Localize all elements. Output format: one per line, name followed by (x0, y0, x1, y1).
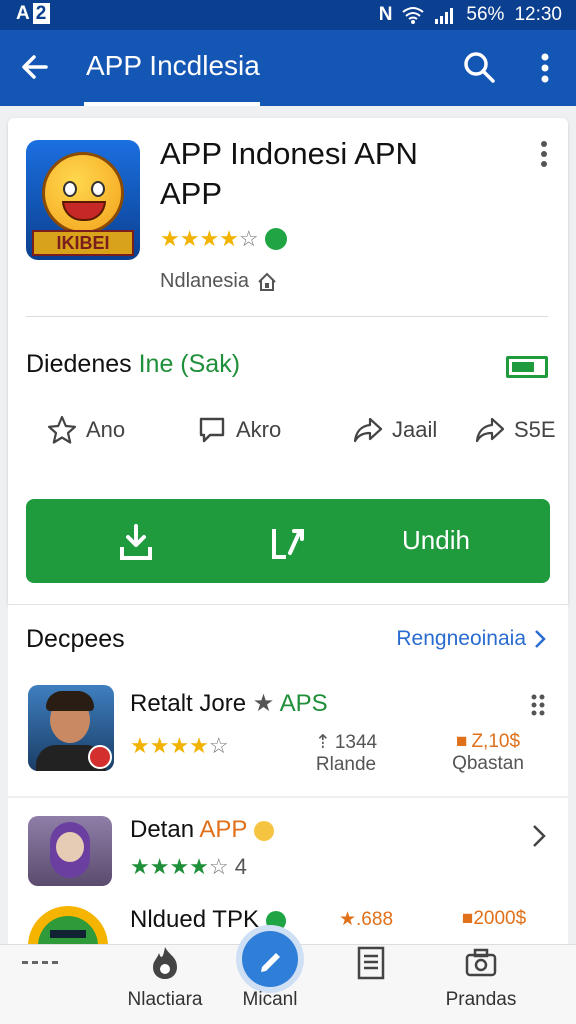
app-icon: IKIBEI (26, 140, 140, 260)
nav-item-home[interactable]: Nlactiara (110, 945, 220, 1024)
wifi-icon (402, 7, 425, 24)
nfc-icon: N (378, 4, 393, 25)
heart-badge-icon (88, 745, 112, 769)
rating-stars: ★★★★☆ (160, 226, 259, 251)
back-arrow-icon[interactable] (18, 50, 52, 84)
item-stat-downloads: ⇡ 1344 Rlande (314, 731, 378, 776)
nav-item-menu[interactable] (10, 945, 70, 1024)
item-title: Nldued TPK (130, 906, 286, 934)
tab-indicator (84, 102, 260, 106)
item-stat-downloads: ★.688 (338, 909, 394, 930)
item-title: Detan APP (130, 816, 274, 844)
developer[interactable]: Ndlanesia (160, 270, 277, 293)
app-name-line1: APP Indonesi APN (160, 136, 418, 171)
search-icon[interactable] (462, 50, 496, 84)
app-name-line2: APP (160, 176, 223, 211)
action-forward[interactable]: S5E (474, 414, 556, 446)
download-icon (120, 524, 152, 560)
signal-icon (435, 8, 454, 24)
transfer-icon (272, 529, 304, 559)
chevron-right-icon (535, 630, 546, 648)
overflow-menu-icon[interactable] (540, 52, 550, 84)
status-time: 12:30 (514, 4, 562, 25)
section-title: Decpees (26, 625, 125, 653)
item-stat-price: ■ Z,10$ Qbastan (452, 731, 524, 774)
dash-icon (22, 961, 58, 964)
action-row: Ano Akro Jaail S5E (8, 406, 568, 456)
downloads-info: Diedenes Ine (Sak) (26, 350, 241, 378)
action-share[interactable]: Jaail (352, 414, 437, 446)
status-bar: A2 N 56% 12:30 (0, 0, 576, 30)
document-icon (357, 946, 385, 980)
status-left: A2 (14, 3, 51, 25)
list-item[interactable]: Retalt Jore ★ APS ★★★★☆ ⇡ 1344 Rlande ■ Z,… (8, 683, 568, 795)
emoji-icon (253, 820, 274, 841)
developer-name: Ndlanesia (160, 270, 249, 292)
see-more-link[interactable]: Rengneoinaia (396, 627, 546, 651)
nav-item-edit[interactable]: Micanl (215, 945, 325, 1024)
fire-icon (153, 947, 177, 979)
action-comment[interactable]: Akro (196, 414, 281, 446)
app-name: APP Indonesi APN APP (160, 134, 460, 214)
battery-percent: 56% (466, 4, 505, 25)
install-label: Undih (402, 525, 470, 555)
emoji-face (42, 152, 124, 234)
bottom-navigation: Nlactiara Micanl Prandas (0, 931, 576, 1024)
drag-handle-icon[interactable] (530, 693, 546, 717)
app-bar-title: APP Incdlesia (86, 50, 260, 81)
app-rating: ★★★★☆ (160, 226, 287, 252)
icon-banner: IKIBEI (32, 230, 134, 256)
install-button[interactable]: Undih (26, 499, 550, 583)
item-rating: ★★★★☆ 4 (130, 854, 247, 879)
nav-item-list[interactable] (316, 945, 426, 1024)
recommendations-section: Decpees Rengneoinaia Retalt Jore ★ APS ★… (8, 604, 568, 796)
verified-icon (264, 228, 287, 250)
forward-arrow-icon (475, 417, 505, 443)
status-left-badge: 2 (32, 3, 51, 24)
status-right: N 56% 12:30 (379, 4, 562, 26)
action-favorite[interactable]: Ano (46, 414, 125, 446)
camera-icon (465, 948, 497, 977)
share-arrow-icon (353, 417, 383, 443)
item-thumbnail (28, 685, 114, 771)
divider (26, 316, 548, 317)
home-icon (258, 272, 276, 291)
app-list: Detan APP ★★★★☆ 4 Nldued TPK ★.688 ■2000… (8, 798, 568, 958)
card-overflow-icon[interactable] (540, 140, 548, 168)
battery-icon (506, 356, 548, 378)
app-detail-card: IKIBEI APP Indonesi APN APP ★★★★☆ Ndlane… (8, 118, 568, 608)
item-rating: ★★★★☆ (130, 733, 229, 758)
item-thumbnail (28, 816, 112, 886)
list-item[interactable]: Detan APP ★★★★☆ 4 (8, 814, 568, 890)
nav-item-apps[interactable]: Prandas (426, 945, 536, 1024)
status-left-text: A (16, 3, 31, 24)
item-stat-price: ■2000$ (461, 908, 527, 929)
chevron-right-icon[interactable] (532, 824, 546, 848)
comment-icon (199, 417, 225, 443)
app-bar: APP Incdlesia (0, 30, 576, 106)
item-title: Retalt Jore ★ APS (130, 690, 328, 717)
pencil-icon (261, 953, 280, 972)
star-outline-icon (47, 415, 77, 444)
emoji-icon (265, 910, 286, 931)
